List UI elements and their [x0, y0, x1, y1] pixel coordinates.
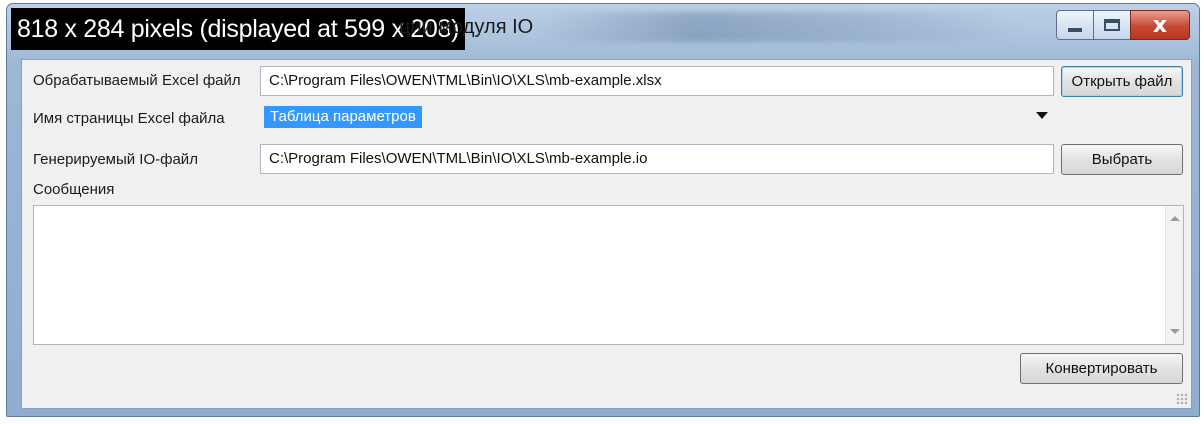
app-window: 818 x 284 pixels (displayed at 599 x 208…: [6, 3, 1200, 417]
close-button[interactable]: x: [1130, 10, 1190, 40]
window-title: ции модуля IO: [399, 16, 534, 38]
maximize-icon: [1104, 19, 1120, 31]
browse-button[interactable]: Выбрать: [1061, 144, 1183, 175]
sheet-name-selected: Таблица параметров: [264, 106, 422, 128]
resize-grip-icon[interactable]: [1176, 393, 1188, 405]
messages-label: Сообщения: [33, 181, 115, 198]
excel-file-input[interactable]: C:\Program Files\OWEN\TML\Bin\IO\XLS\mb-…: [260, 66, 1054, 96]
maximize-button[interactable]: [1093, 10, 1131, 40]
sheet-name-label: Имя страницы Excel файла: [33, 110, 225, 127]
io-file-label: Генерируемый IO-файл: [33, 151, 198, 168]
pixel-info-overlay: 818 x 284 pixels (displayed at 599 x 208…: [11, 8, 466, 50]
messages-textarea[interactable]: [33, 205, 1184, 345]
dialog-body: Обрабатываемый Excel файл C:\Program Fil…: [21, 59, 1192, 409]
title-blur: [537, 12, 1017, 42]
sheet-name-dropdown[interactable]: Таблица параметров: [264, 102, 1054, 132]
minimize-icon: [1068, 28, 1082, 32]
chevron-down-icon[interactable]: [1036, 112, 1048, 119]
scroll-down-icon[interactable]: [1170, 329, 1180, 334]
messages-scrollbar[interactable]: [1165, 206, 1183, 344]
open-file-button[interactable]: Открыть файл: [1061, 66, 1183, 97]
scroll-up-icon[interactable]: [1170, 216, 1180, 221]
io-file-input[interactable]: C:\Program Files\OWEN\TML\Bin\IO\XLS\mb-…: [260, 144, 1054, 174]
title-bar[interactable]: 818 x 284 pixels (displayed at 599 x 208…: [7, 4, 1199, 56]
excel-file-label: Обрабатываемый Excel файл: [33, 72, 241, 89]
close-icon: x: [1152, 12, 1168, 38]
minimize-button[interactable]: [1056, 10, 1094, 40]
convert-button[interactable]: Конвертировать: [1020, 353, 1183, 384]
